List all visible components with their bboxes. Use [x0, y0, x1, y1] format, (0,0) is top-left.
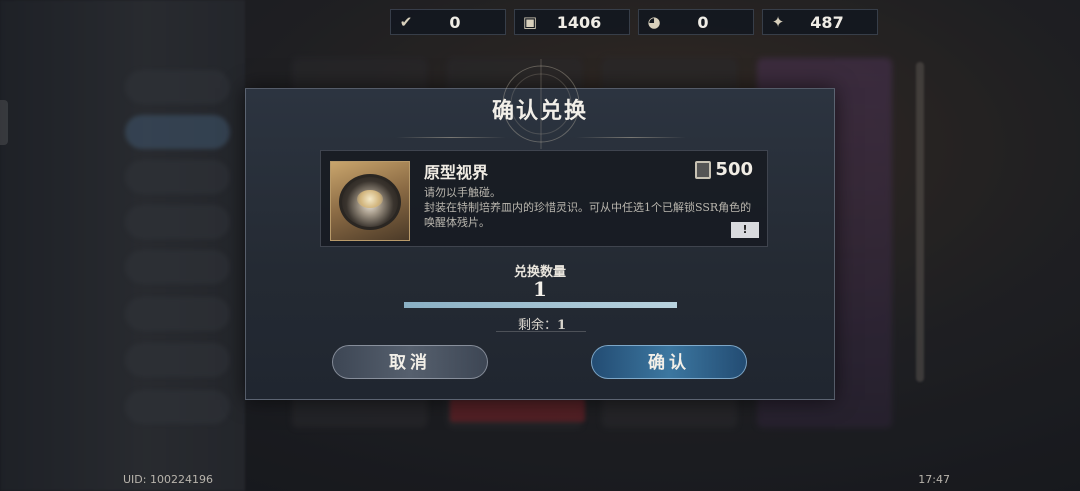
currency-value: 487 — [810, 12, 844, 32]
item-price-value: 500 — [715, 159, 753, 180]
item-description: 请勿以手触碰。 封装在特制培养皿内的珍惜灵识。可从中任选1个已解锁SSR角色的唤… — [424, 186, 752, 229]
lantern-icon — [695, 160, 712, 179]
info-button[interactable]: ! — [731, 222, 759, 238]
item-thumbnail — [330, 161, 410, 241]
orb-icon: ◕ — [647, 13, 661, 31]
confirm-exchange-dialog: 确认兑换 原型视界 500 请勿以手触碰。 封装在特制培养皿内的珍惜灵识。可从中… — [245, 59, 835, 400]
crystal-icon: ✦ — [771, 13, 785, 31]
currency-slot[interactable]: ✔ 0 — [390, 9, 506, 35]
title-divider — [396, 137, 506, 138]
currency-slot[interactable]: ✦ 487 — [762, 9, 878, 35]
item-card: 原型视界 500 请勿以手触碰。 封装在特制培养皿内的珍惜灵识。可从中任选1个已… — [320, 150, 768, 247]
dish-specimen — [357, 190, 383, 208]
quantity-value: 1 — [533, 277, 547, 301]
quill-check-icon: ✔ — [399, 13, 413, 31]
remaining-divider — [496, 331, 586, 332]
title-divider — [576, 137, 686, 138]
currency-value: 0 — [449, 12, 461, 32]
item-name: 原型视界 — [424, 163, 489, 182]
currency-slot[interactable]: ◕ 0 — [638, 9, 754, 35]
quantity-slider[interactable] — [404, 302, 677, 308]
dialog-title: 确认兑换 — [491, 98, 588, 124]
currency-value: 0 — [697, 12, 709, 32]
quantity-slider-fill — [404, 302, 677, 308]
user-id: UID: 100224196 — [123, 473, 213, 486]
confirm-button[interactable]: 确认 — [591, 345, 747, 379]
lantern-icon: ▣ — [522, 13, 538, 31]
item-price: 500 — [695, 159, 753, 180]
currency-value: 1406 — [556, 12, 602, 32]
currency-slot[interactable]: ▣ 1406 — [514, 9, 630, 35]
cancel-button[interactable]: 取消 — [332, 345, 488, 379]
clock: 17:47 — [918, 473, 950, 486]
currency-bar: ✔ 0 ▣ 1406 ◕ 0 ✦ 487 — [390, 9, 878, 35]
